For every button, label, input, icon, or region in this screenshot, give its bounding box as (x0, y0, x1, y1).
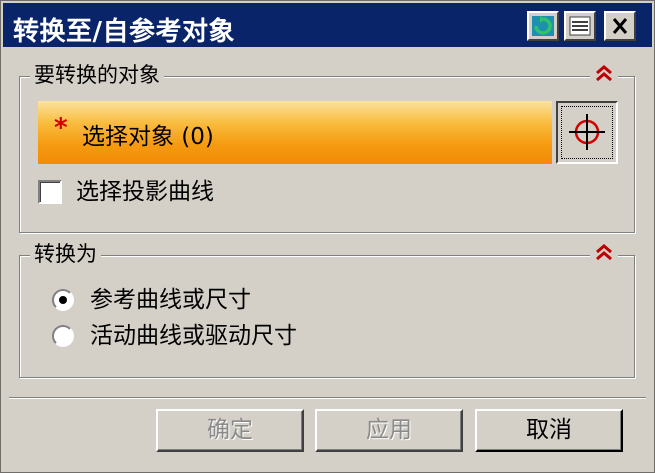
dialog-title: 转换至/自参考对象 (13, 17, 235, 47)
collapse-objects-icon[interactable] (590, 64, 618, 88)
cancel-button[interactable]: 取消 (475, 409, 623, 452)
select-object-bar[interactable]: * 选择对象 (0) (38, 101, 552, 164)
close-icon (612, 18, 628, 34)
objects-to-convert-group: 要转换的对象 * 选择对象 (0) 选择投影曲线 (19, 60, 635, 233)
objects-group-title: 要转换的对象 (30, 60, 164, 90)
collapse-convert-icon[interactable] (590, 243, 618, 267)
radio-reference-label[interactable]: 参考曲线或尺寸 (90, 285, 251, 315)
close-button[interactable] (604, 11, 636, 41)
radio-active-label[interactable]: 活动曲线或驱动尺寸 (90, 321, 297, 351)
dialog-window: 转换至/自参考对象 要转换的对象 * 选择对象 (0) 选择投影曲线 转换为 参… (0, 0, 655, 473)
select-object-label: 选择对象 (0) (82, 124, 214, 150)
dialog-menu-button[interactable] (564, 11, 596, 41)
radio-button-reference[interactable] (52, 289, 74, 311)
radio-button-active[interactable] (52, 325, 74, 347)
radio-selected-dot (59, 296, 67, 304)
crosshair-icon (569, 114, 605, 150)
select-projection-label[interactable]: 选择投影曲线 (76, 177, 214, 207)
button-separator (9, 397, 646, 399)
reset-icon (532, 16, 554, 36)
ok-button[interactable]: 确定 (156, 409, 304, 452)
title-bar[interactable]: 转换至/自参考对象 (3, 3, 652, 47)
select-projection-checkbox[interactable] (38, 180, 62, 204)
convert-to-group: 转换为 参考曲线或尺寸 活动曲线或驱动尺寸 (19, 239, 635, 378)
reset-button[interactable] (527, 11, 559, 41)
crosshair-select-button[interactable] (556, 101, 618, 164)
convert-group-title: 转换为 (30, 239, 101, 269)
apply-button[interactable]: 应用 (315, 409, 463, 452)
required-mark: * (54, 113, 68, 143)
menu-icon (569, 16, 591, 36)
